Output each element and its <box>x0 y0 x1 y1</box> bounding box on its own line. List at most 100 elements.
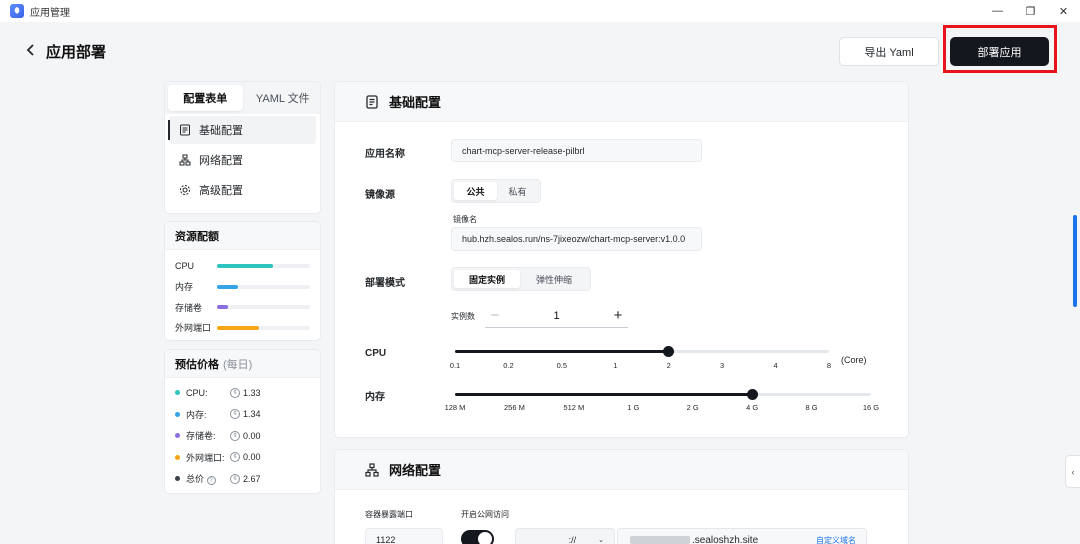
network-config-card: 网络配置 容器暴露端口 开启公网访问 1122 :// ⌄ .sealoshzh… <box>334 449 909 544</box>
memory-slider-handle[interactable] <box>746 389 758 400</box>
resource-label: 存储卷 <box>175 302 203 313</box>
image-source-public[interactable]: 公共 <box>454 182 497 200</box>
window-title: 应用管理 <box>30 7 70 19</box>
memory-tick-label: 128 M <box>444 403 466 412</box>
protocol-select[interactable]: :// ⌄ <box>515 528 615 544</box>
cpu-tick-label: 3 <box>720 361 725 370</box>
resource-quota-card: 资源配额 CPU 内存 存储卷 外网端口 <box>164 221 321 341</box>
network-config-header: 网络配置 <box>335 450 908 490</box>
side-panel-toggle[interactable]: ‹ <box>1065 455 1080 488</box>
memory-tick-label: 8 G <box>805 403 818 412</box>
deploy-mode-segmented: 固定实例 弹性伸缩 <box>451 267 591 291</box>
replicas-value[interactable]: 1 <box>505 310 608 322</box>
image-source-private[interactable]: 私有 <box>497 182 538 200</box>
cpu-unit: (Core) <box>841 355 867 365</box>
public-access-label: 开启公网访问 <box>461 510 509 519</box>
legend-dot <box>175 390 180 396</box>
price-period: (每日) <box>223 358 253 371</box>
coin-icon: ¢ <box>230 387 240 398</box>
cpu-label: CPU <box>365 348 387 359</box>
cpu-tick-label: 4 <box>773 361 778 370</box>
restore-icon[interactable]: ❐ <box>1014 0 1047 22</box>
legend-dot <box>175 476 180 482</box>
minus-button[interactable]: − <box>485 307 505 324</box>
page-header: 应用部署 导出 Yaml <box>0 22 1080 80</box>
price-estimate-card: 预估价格 (每日) CPU: ¢ 1.33 内存: ¢ 1.34 存储卷: ¢ … <box>164 349 321 494</box>
port-input[interactable]: 1122 <box>365 528 443 544</box>
chevron-down-icon: ⌄ <box>598 537 604 544</box>
app-name-label: 应用名称 <box>365 149 405 160</box>
cpu-tick-label: 0.1 <box>449 361 461 370</box>
nav-item-network-config[interactable]: 网络配置 <box>169 146 316 174</box>
memory-tick-label: 16 G <box>862 403 880 412</box>
nav-item-label: 网络配置 <box>199 155 243 167</box>
network-config-title: 网络配置 <box>389 463 442 478</box>
network-icon <box>365 462 379 477</box>
legend-dot <box>175 411 180 417</box>
resource-bar-fill <box>217 325 259 330</box>
price-row: 内存: ¢ 1.34 <box>165 404 320 426</box>
resource-quota-title: 资源配额 <box>165 222 320 250</box>
page-title: 应用部署 <box>46 44 107 61</box>
deploy-app-button[interactable]: 部署应用 <box>950 37 1049 66</box>
price-row-total: 总价 ? ¢ 2.67 <box>165 468 320 490</box>
rocket-icon <box>10 4 24 18</box>
replicas-label: 实例数 <box>451 312 475 321</box>
cpu-slider-handle[interactable] <box>663 346 675 357</box>
deploy-mode-fixed[interactable]: 固定实例 <box>454 270 520 288</box>
document-icon <box>180 124 190 136</box>
public-access-toggle[interactable] <box>461 530 494 544</box>
memory-tick-label: 512 M <box>563 403 585 412</box>
resource-row: CPU <box>165 256 320 277</box>
app-name-input[interactable]: chart-mcp-server-release-pilbrl <box>451 139 702 162</box>
back-button[interactable] <box>26 41 40 59</box>
cpu-slider-fill <box>455 350 669 353</box>
memory-tick-label: 256 M <box>503 403 525 412</box>
total-label: 总价 <box>186 474 205 485</box>
price-label: 存储卷: <box>186 431 216 442</box>
tab-yaml-file[interactable]: YAML 文件 <box>246 82 321 114</box>
nav-item-advanced-config[interactable]: 高级配置 <box>169 176 316 204</box>
image-name-input[interactable]: hub.hzh.sealos.run/ns-7jixeozw/chart-mcp… <box>451 227 702 251</box>
custom-domain-link[interactable]: 自定义域名 <box>816 535 856 544</box>
domain-field[interactable]: .sealoshzh.site 自定义域名 <box>617 528 867 544</box>
resource-bar <box>217 305 310 310</box>
price-title-text: 预估价格 <box>175 358 219 371</box>
price-label: 内存: <box>186 409 207 420</box>
plus-button[interactable]: + <box>608 307 628 324</box>
memory-slider[interactable] <box>455 389 871 400</box>
replicas-stepper: − 1 + <box>485 304 628 328</box>
help-icon[interactable]: ? <box>206 476 216 486</box>
config-nav-card: 配置表单 YAML 文件 基础配置 网络配置 高级配置 <box>164 81 321 214</box>
nav-item-basic-config[interactable]: 基础配置 <box>168 116 316 144</box>
cpu-tick-label: 0.2 <box>503 361 514 370</box>
price-estimate-title: 预估价格 (每日) <box>165 350 320 378</box>
legend-dot <box>175 454 180 460</box>
resource-row: 外网端口 <box>165 318 320 339</box>
close-icon[interactable]: ✕ <box>1047 0 1080 22</box>
cpu-tick-label: 0.5 <box>556 361 568 370</box>
page-scrollbar[interactable] <box>1073 215 1077 307</box>
network-icon <box>179 154 191 166</box>
price-value: 2.67 <box>243 473 261 484</box>
legend-dot <box>175 433 180 439</box>
resource-bar-fill <box>217 284 239 289</box>
memory-tick-label: 4 G <box>746 403 759 412</box>
nav-item-label: 高级配置 <box>199 185 243 197</box>
coin-icon: ¢ <box>230 430 240 441</box>
price-value: 0.00 <box>243 452 261 463</box>
cpu-tick-label: 1 <box>613 361 618 370</box>
domain-suffix: .sealoshzh.site <box>692 534 759 544</box>
basic-config-title: 基础配置 <box>389 95 442 110</box>
minimize-icon[interactable]: — <box>981 0 1014 22</box>
document-icon <box>366 94 378 109</box>
tab-config-form[interactable]: 配置表单 <box>168 85 243 111</box>
export-yaml-button[interactable]: 导出 Yaml <box>839 37 939 66</box>
price-label: 总价 ? <box>186 472 230 486</box>
cpu-slider[interactable] <box>455 346 829 357</box>
memory-tick-label: 2 G <box>686 403 699 412</box>
domain-prefix-redacted <box>630 536 690 544</box>
coin-icon: ¢ <box>230 452 240 463</box>
deploy-mode-autoscale[interactable]: 弹性伸缩 <box>520 270 588 288</box>
resource-bar <box>217 264 310 269</box>
